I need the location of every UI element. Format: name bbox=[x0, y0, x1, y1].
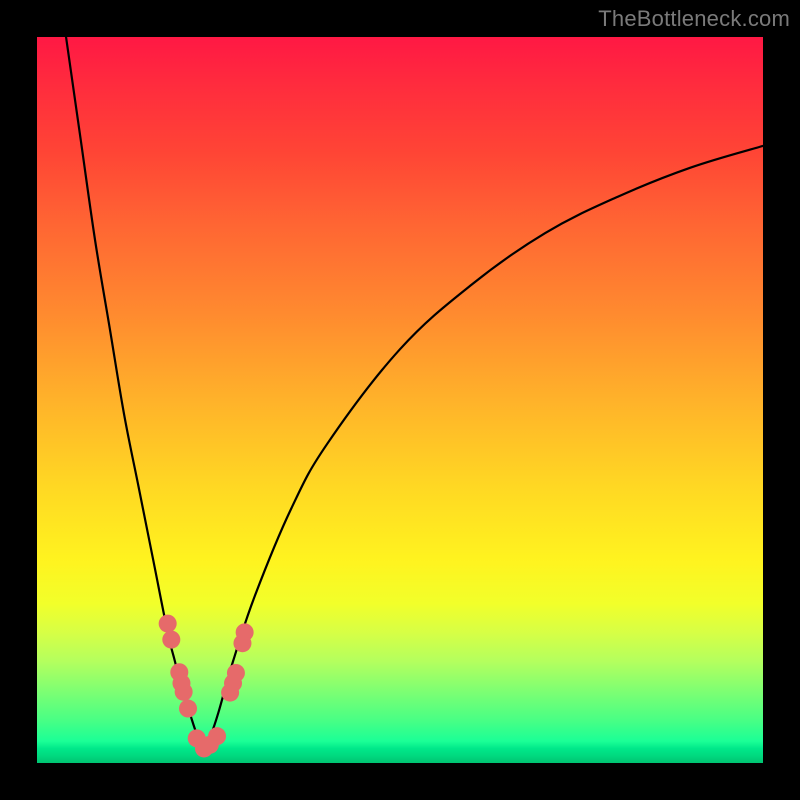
marker-dot bbox=[208, 727, 226, 745]
marker-dot bbox=[175, 683, 193, 701]
marker-dot bbox=[159, 615, 177, 633]
chart-svg bbox=[37, 37, 763, 763]
marker-dot bbox=[227, 664, 245, 682]
highlighted-points bbox=[159, 615, 254, 758]
watermark-label: TheBottleneck.com bbox=[598, 6, 790, 32]
plot-area bbox=[37, 37, 763, 763]
marker-dot bbox=[162, 631, 180, 649]
chart-frame: TheBottleneck.com bbox=[0, 0, 800, 800]
marker-dot bbox=[179, 700, 197, 718]
marker-dot bbox=[236, 623, 254, 641]
